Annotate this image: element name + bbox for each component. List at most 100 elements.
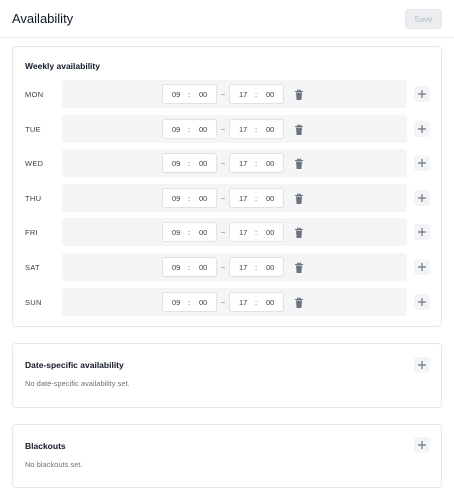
end-minute[interactable]: 00 (266, 194, 274, 203)
end-minute[interactable]: 00 (266, 90, 274, 99)
start-minute[interactable]: 00 (199, 298, 207, 307)
blackouts-empty-text: No blackouts set. (25, 460, 83, 469)
time-separator: : (255, 193, 258, 203)
end-time-input[interactable]: 17:00 (229, 187, 284, 208)
end-hour[interactable]: 17 (239, 125, 247, 134)
add-time-range-button-mon[interactable] (414, 86, 430, 102)
end-hour[interactable]: 17 (239, 194, 247, 203)
start-time-input[interactable]: 09:00 (162, 153, 217, 174)
add-date-specific-button[interactable] (414, 357, 430, 373)
page-title: Availability (12, 11, 74, 26)
time-range-row: 09:00–17:00 (62, 253, 407, 281)
add-blackout-button[interactable] (414, 437, 430, 453)
trash-icon[interactable] (294, 88, 304, 100)
save-button[interactable]: Save (405, 9, 442, 29)
plus-icon (418, 228, 426, 237)
time-separator: : (255, 228, 258, 238)
add-time-range-button-fri[interactable] (414, 224, 430, 241)
range-dash: – (221, 296, 226, 306)
plus-icon (418, 159, 426, 168)
start-minute[interactable]: 00 (199, 90, 207, 99)
start-hour[interactable]: 09 (172, 194, 180, 203)
start-hour[interactable]: 09 (172, 125, 180, 134)
plus-icon (418, 90, 426, 98)
time-separator: : (188, 193, 191, 203)
start-hour[interactable]: 09 (172, 298, 180, 307)
end-minute[interactable]: 00 (266, 125, 274, 134)
plus-icon (418, 193, 426, 202)
range-dash: – (221, 192, 226, 202)
page-header: Availability Save (0, 0, 454, 38)
weekly-availability-card: Weekly availability MON 09:00–17:00 TUE 09:… (12, 46, 442, 327)
end-hour[interactable]: 17 (239, 298, 247, 307)
end-time-input[interactable]: 17:00 (229, 222, 284, 243)
time-separator: : (188, 263, 191, 272)
add-time-range-button-sun[interactable] (414, 293, 430, 310)
range-dash: – (221, 123, 226, 133)
add-time-range-button-wed[interactable] (414, 155, 430, 172)
time-separator: : (188, 297, 191, 307)
start-minute[interactable]: 00 (199, 159, 207, 168)
time-separator: : (255, 297, 258, 307)
day-label-sun: SUN (25, 297, 42, 307)
end-time-input[interactable]: 17:00 (229, 118, 284, 139)
time-range-row: 09:00–17:00 (62, 80, 407, 108)
range-dash: – (221, 89, 226, 98)
start-hour[interactable]: 09 (172, 90, 180, 99)
time-separator: : (188, 159, 191, 169)
time-separator: : (255, 159, 258, 169)
start-minute[interactable]: 00 (199, 263, 207, 272)
trash-icon[interactable] (294, 261, 304, 273)
weekly-availability-title: Weekly availability (25, 61, 100, 71)
start-minute[interactable]: 00 (199, 125, 207, 134)
day-label-sat: SAT (25, 263, 40, 272)
plus-icon (418, 361, 426, 369)
day-label-fri: FRI (25, 228, 38, 238)
trash-icon[interactable] (294, 296, 304, 308)
end-hour[interactable]: 17 (239, 90, 247, 99)
add-time-range-button-sat[interactable] (414, 259, 430, 275)
range-dash: – (221, 227, 226, 237)
start-hour[interactable]: 09 (172, 263, 180, 272)
time-separator: : (188, 90, 191, 99)
start-hour[interactable]: 09 (172, 159, 180, 168)
end-hour[interactable]: 17 (239, 228, 247, 237)
end-minute[interactable]: 00 (266, 228, 274, 237)
start-minute[interactable]: 00 (199, 228, 207, 237)
end-time-input[interactable]: 17:00 (229, 291, 284, 312)
time-range-row: 09:00–17:00 (62, 114, 407, 143)
date-specific-availability-card: Date-specific availability No date-speci… (12, 343, 442, 408)
end-minute[interactable]: 00 (266, 159, 274, 168)
add-time-range-button-thu[interactable] (414, 189, 430, 206)
start-hour[interactable]: 09 (172, 228, 180, 237)
time-range-row: 09:00–17:00 (62, 183, 407, 212)
end-hour[interactable]: 17 (239, 263, 247, 272)
end-minute[interactable]: 00 (266, 263, 274, 272)
blackouts-card: Blackouts No blackouts set. (12, 424, 442, 488)
end-time-input[interactable]: 17:00 (229, 84, 284, 104)
start-time-input[interactable]: 09:00 (162, 84, 217, 104)
trash-icon[interactable] (294, 157, 304, 170)
end-minute[interactable]: 00 (266, 298, 274, 307)
start-time-input[interactable]: 09:00 (162, 257, 217, 277)
time-separator: : (188, 124, 191, 134)
day-label-wed: WED (25, 159, 44, 169)
end-time-input[interactable]: 17:00 (229, 153, 284, 174)
end-hour[interactable]: 17 (239, 159, 247, 168)
range-dash: – (221, 158, 226, 168)
time-separator: : (255, 90, 258, 99)
start-time-input[interactable]: 09:00 (162, 187, 217, 208)
start-time-input[interactable]: 09:00 (162, 118, 217, 139)
start-time-input[interactable]: 09:00 (162, 222, 217, 243)
trash-icon[interactable] (294, 192, 304, 204)
time-separator: : (255, 124, 258, 134)
add-time-range-button-tue[interactable] (414, 120, 430, 137)
plus-icon (418, 297, 426, 306)
end-time-input[interactable]: 17:00 (229, 257, 284, 277)
trash-icon[interactable] (294, 226, 304, 239)
start-time-input[interactable]: 09:00 (162, 291, 217, 312)
start-minute[interactable]: 00 (199, 194, 207, 203)
plus-icon (418, 124, 426, 133)
range-dash: – (221, 262, 226, 271)
trash-icon[interactable] (294, 123, 304, 135)
